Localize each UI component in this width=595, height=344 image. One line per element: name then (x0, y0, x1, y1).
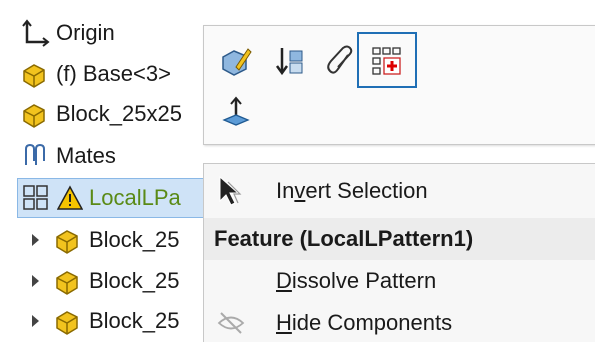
tree-item-label: (f) Base<3> (56, 61, 171, 86)
add-to-pattern-button[interactable] (357, 32, 417, 88)
context-menu: Invert Selection Feature (LocalLPattern1… (203, 163, 595, 342)
rollback-button[interactable] (272, 43, 308, 79)
mates-paperclip-icon (25, 143, 45, 165)
expand-arrow-icon[interactable] (32, 234, 39, 246)
origin-axes-icon (22, 19, 50, 47)
part-icon (23, 104, 45, 128)
edit-part-icon (222, 48, 252, 76)
pattern-icon (23, 185, 48, 210)
menu-item-label: Hide Components (276, 310, 453, 335)
insert-direction-button[interactable] (218, 94, 254, 130)
tree-item-label: Origin (56, 20, 115, 45)
tree-item-origin[interactable]: Origin (20, 15, 115, 51)
menu-header-label: Feature (LocalLPattern1) (214, 226, 474, 251)
tree-item-block-25x25[interactable]: Block_25x25 (20, 96, 182, 132)
tree-item-label: Block_25 (89, 268, 180, 293)
tree-item-block-child-2[interactable]: Block_25 (32, 263, 180, 299)
tree-item-mates[interactable]: Mates (20, 138, 116, 174)
tree-item-block-child-3[interactable]: Block_25 (32, 303, 180, 339)
tree-item-label: Block_25x25 (56, 101, 182, 126)
tree-item-label: Block_25 (89, 227, 180, 252)
part-icon (23, 64, 45, 88)
rollback-icon (275, 48, 303, 76)
add-to-pattern-icon (372, 47, 401, 75)
edit-part-button[interactable] (218, 43, 254, 79)
part-icon (56, 311, 78, 335)
part-icon (56, 271, 78, 295)
invert-selection-menu-item[interactable]: Invert Selection (204, 170, 595, 212)
insert-direction-icon (222, 96, 250, 126)
tree-item-base[interactable]: (f) Base<3> (20, 56, 171, 92)
tree-item-label: LocalLPa (89, 185, 181, 210)
tree-item-block-child-1[interactable]: Block_25 (32, 222, 180, 258)
warning-icon (57, 185, 83, 210)
attach-button[interactable] (324, 43, 360, 79)
expand-arrow-icon[interactable] (32, 275, 39, 287)
menu-item-label: Dissolve Pattern (276, 268, 437, 293)
cursor-arrow-icon (219, 175, 242, 206)
tree-item-label: Mates (56, 143, 116, 168)
hide-eye-icon (217, 312, 245, 334)
attach-paperclip-icon (327, 45, 353, 74)
dissolve-pattern-menu-item[interactable]: Dissolve Pattern (204, 260, 595, 302)
context-toolbar (203, 25, 595, 145)
menu-section-header: Feature (LocalLPattern1) (204, 218, 595, 260)
hide-components-menu-item[interactable]: Hide Components (204, 302, 595, 344)
expand-arrow-icon[interactable] (32, 315, 39, 327)
tree-item-local-pattern[interactable]: LocalLPa (17, 178, 205, 218)
part-icon (56, 230, 78, 254)
menu-item-label: Invert Selection (276, 178, 428, 203)
tree-item-label: Block_25 (89, 308, 180, 333)
